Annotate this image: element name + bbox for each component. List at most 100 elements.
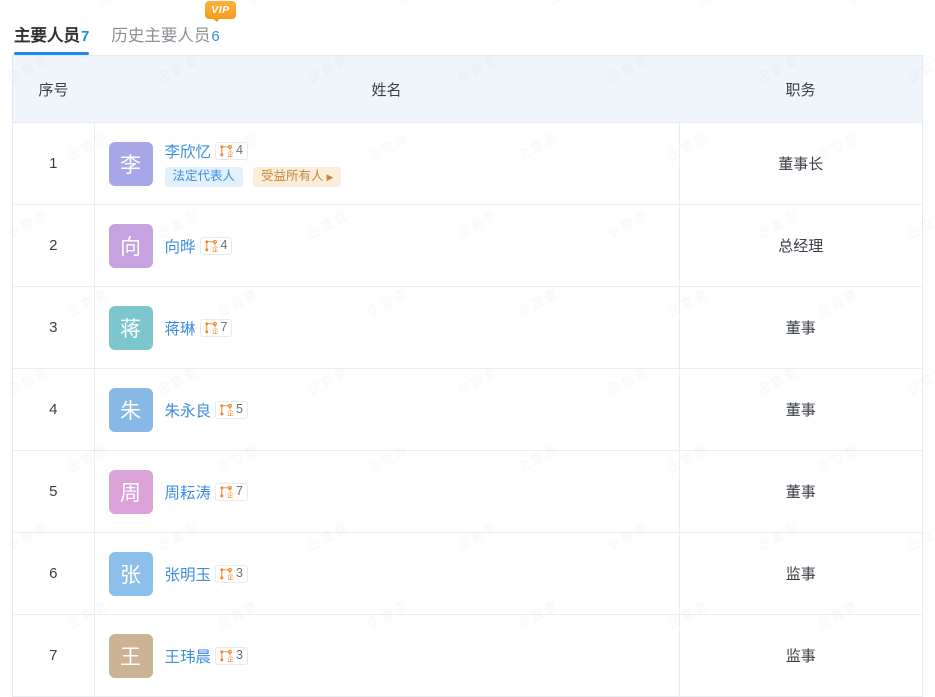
cell-title: 董事 [679,450,922,533]
cell-index: 2 [13,204,95,287]
person-name-line: 王玮晨企3 [165,645,248,667]
person-name-link[interactable]: 李欣忆 [165,140,212,162]
table-row: 7王王玮晨企3监事 [13,614,922,697]
svg-text:企: 企 [227,571,233,580]
cell-title: 董事 [679,286,922,369]
column-header-name: 姓名 [94,56,679,123]
cell-name: 周 周耘涛企7 [94,450,680,533]
company-network-icon: 企 [220,144,233,158]
tab-historical-personnel[interactable]: 历史主要人员 6 VIP [111,1,236,55]
relation-count-chip[interactable]: 企7 [215,482,248,501]
cell-name: 王王玮晨企3 [94,614,680,697]
cell-name: 李李欣忆企4法定代表人受益所有人▶ [94,122,680,205]
cell-title: 总经理 [679,204,922,287]
relation-count-chip[interactable]: 企5 [215,400,248,419]
relation-count-chip[interactable]: 企7 [199,318,233,337]
person-name-line: 李欣忆企4 [165,140,342,162]
relation-count-chip[interactable]: 企4 [199,236,233,255]
cell-index: 4 [13,368,95,451]
column-header-title: 职务 [679,56,922,123]
person-name-link[interactable]: 王玮晨 [165,645,212,667]
cell-index: 1 [13,122,95,205]
cell-index: 7 [13,614,95,697]
tab-main-personnel-label: 主要人员 [14,27,80,45]
cell-index: 3 [13,286,95,369]
relation-count: 5 [236,402,243,417]
avatar-initial: 张 [120,563,141,587]
relation-count: 3 [236,648,243,663]
svg-text:企: 企 [227,653,233,662]
tag-benefit[interactable]: 受益所有人 ▶ [253,166,342,188]
avatar-initial: 朱 [120,399,141,423]
person-name-line: 朱永良企5 [165,399,248,421]
tab-historical-personnel-label: 历史主要人员 [111,27,211,45]
vip-badge: VIP [205,1,236,21]
cell-title: 董事长 [679,122,922,205]
person-name-link[interactable]: 朱永良 [165,399,212,421]
company-network-icon: 企 [220,403,233,416]
relation-count-chip[interactable]: 企3 [215,646,248,665]
cell-name: 向 向晔企4 [94,204,680,287]
chevron-right-icon: ▶ [326,171,334,182]
person-name-line: 周耘涛企7 [165,481,248,503]
table-row: 6张张明玉企3监事 [13,532,922,615]
cell-index: 6 [13,532,95,615]
company-network-icon: 企 [220,485,233,498]
svg-text:企: 企 [227,407,233,416]
table-row: 2 向 向晔企4 总经理 [13,204,922,287]
person-entry: 王王玮晨企3 [108,633,679,678]
tag-list: 法定代表人 受益所有人 ▶ [164,166,342,188]
avatar-initial: 向 [120,235,141,259]
table-row: 4朱朱永良企5董事 [13,368,922,451]
cell-title: 董事 [679,368,922,451]
tab-bar: 主要人员 7 历史主要人员 6 VIP [0,0,935,55]
avatar-initial: 周 [120,481,141,505]
person-name-link[interactable]: 向晔 [165,235,196,257]
table-row: 1李李欣忆企4法定代表人受益所有人▶董事长 [13,122,922,205]
relation-count: 7 [220,320,228,335]
person-name-link[interactable]: 蒋琳 [165,317,196,339]
svg-text:企: 企 [212,325,218,334]
company-network-icon: 企 [204,239,218,252]
svg-text:企: 企 [227,489,233,498]
person-entry: 张张明玉企3 [108,551,679,596]
cell-index: 5 [13,450,95,533]
cell-title: 监事 [679,532,922,615]
person-info: 向晔企4 [165,235,233,257]
tab-main-personnel-count: 7 [81,28,90,45]
avatar: 蒋 [108,305,153,350]
tag-legal[interactable]: 法定代表人 [164,166,244,188]
personnel-table: 序号 姓名 职务 1李李欣忆企4法定代表人受益所有人▶董事长2向向晔企4总经理3… [13,56,922,697]
person-info: 张明玉企3 [165,563,248,585]
avatar: 王 [108,633,153,678]
avatar-initial: 蒋 [120,317,141,341]
tag-label: 受益所有人 [261,169,324,184]
avatar: 向 [108,223,153,268]
relation-count: 4 [236,143,243,158]
relation-count: 3 [236,566,243,581]
person-entry: 周 周耘涛企7 [108,469,679,514]
avatar-initial: 王 [120,645,141,669]
person-name-line: 张明玉企3 [165,563,248,585]
avatar-initial: 李 [120,153,141,177]
column-header-index: 序号 [13,56,94,123]
tag-label: 法定代表人 [172,169,236,184]
avatar: 朱 [108,387,153,432]
person-entry: 李李欣忆企4法定代表人受益所有人▶ [108,140,679,188]
person-entry: 朱朱永良企5 [108,387,679,432]
person-entry: 蒋蒋琳企7 [108,305,679,350]
person-entry: 向 向晔企4 [108,223,679,268]
person-info: 朱永良企5 [165,399,248,421]
relation-count-chip[interactable]: 企3 [215,564,248,583]
relation-count-chip[interactable]: 企4 [215,141,248,160]
person-info: 周耘涛企7 [165,481,248,503]
person-name-link[interactable]: 周耘涛 [165,481,212,503]
svg-text:企: 企 [227,149,233,158]
avatar: 周 [108,469,153,514]
cell-name: 朱朱永良企5 [94,368,680,451]
person-name-line: 向晔企4 [165,235,233,257]
person-name-link[interactable]: 张明玉 [165,563,212,585]
tab-main-personnel[interactable]: 主要人员 7 [14,22,90,55]
avatar: 李 [108,141,153,186]
table-header: 序号 姓名 职务 [13,56,922,123]
